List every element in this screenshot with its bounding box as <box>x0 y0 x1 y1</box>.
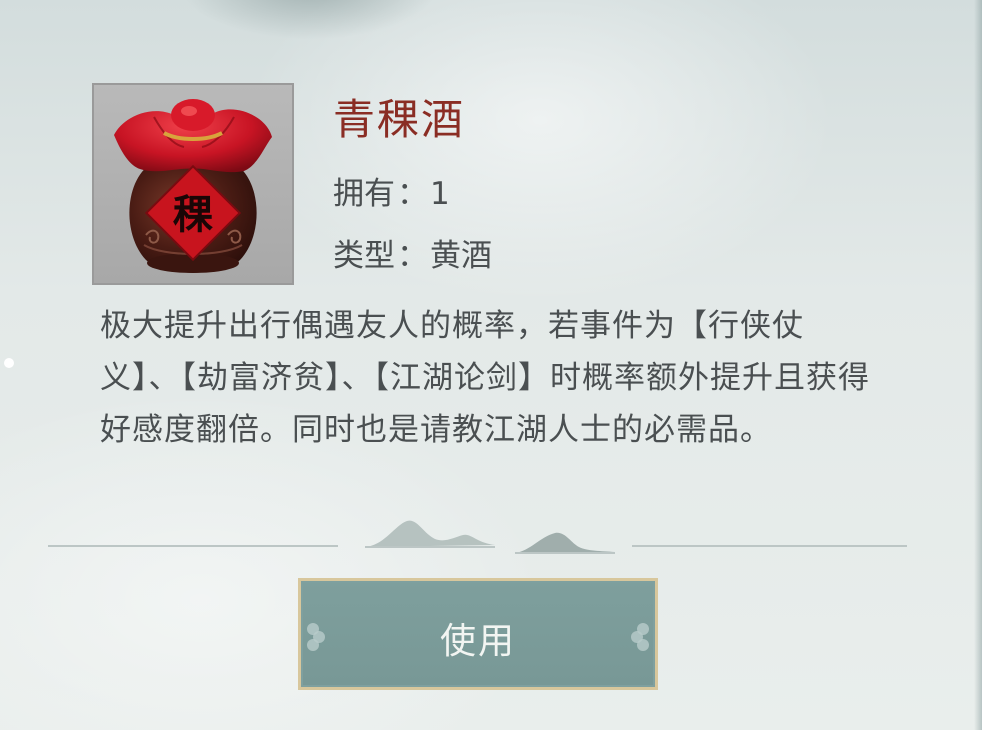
type-separator: ： <box>397 238 428 274</box>
item-detail-panel: 稞 青稞酒 拥有：1 类型：黄酒 极大提升出行偶遇友人的概率，若事件为【行侠仗义… <box>0 0 982 730</box>
mountain-divider-ornament <box>365 520 615 554</box>
owned-separator: ： <box>397 176 428 212</box>
type-label: 类型 <box>333 238 395 274</box>
owned-label: 拥有 <box>333 176 395 212</box>
flower-ornament-icon <box>631 623 649 651</box>
use-button-label: 使用 <box>439 621 516 662</box>
owned-value: 1 <box>430 176 450 212</box>
type-value: 黄酒 <box>430 238 492 274</box>
panel-side-edge <box>974 0 982 730</box>
item-description: 极大提升出行偶遇友人的概率，若事件为【行侠仗义】、【劫富济贫】、【江湖论剑】时概… <box>100 308 870 448</box>
owned-count-row: 拥有：1 <box>333 168 450 213</box>
top-ink-ornament <box>180 0 440 40</box>
divider-left <box>48 545 338 547</box>
edge-dot <box>4 358 14 368</box>
use-button[interactable]: 使用 <box>298 578 658 690</box>
item-icon-frame: 稞 <box>92 83 294 285</box>
item-name: 青稞酒 <box>333 95 466 144</box>
divider-right <box>632 545 907 547</box>
jar-label-glyph: 稞 <box>173 191 213 238</box>
wine-jar-icon: 稞 <box>114 99 272 273</box>
item-type-row: 类型：黄酒 <box>333 230 492 275</box>
